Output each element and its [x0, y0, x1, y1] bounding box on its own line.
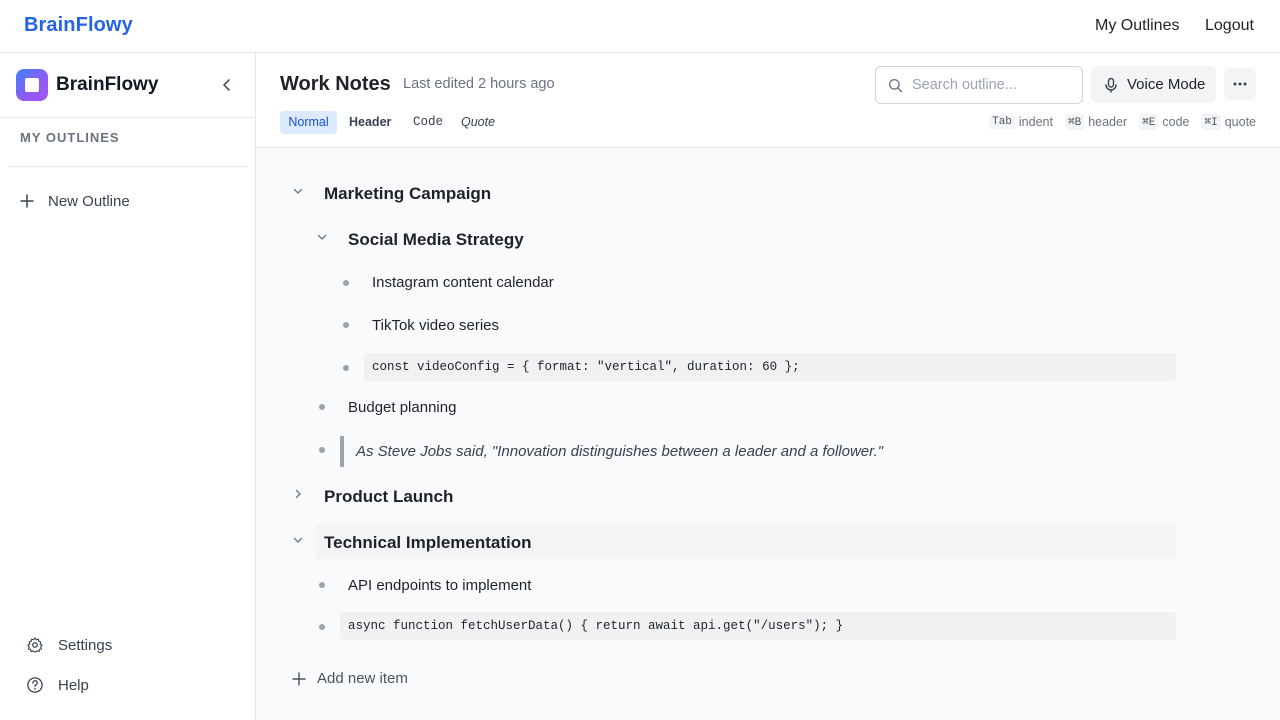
voice-mode-label: Voice Mode	[1127, 76, 1206, 93]
new-outline-button[interactable]: New Outline	[20, 191, 130, 211]
gear-icon	[27, 637, 43, 653]
outline-item-header[interactable]: Social Media Strategy	[348, 230, 524, 250]
app-logo-icon	[16, 69, 48, 101]
help-circle-icon	[27, 677, 43, 693]
outline-item-header[interactable]: Product Launch	[324, 487, 453, 507]
bullet-icon[interactable]	[319, 582, 325, 588]
format-quote-button[interactable]: Quote	[461, 111, 495, 134]
brand-logo[interactable]: BrainFlowy	[24, 14, 133, 37]
keyboard-shortcuts: Tab indent ⌘B header ⌘E code ⌘I quote	[989, 114, 1256, 130]
bullet-icon[interactable]	[343, 322, 349, 328]
last-edited-text: Last edited 2 hours ago	[403, 76, 555, 92]
chevron-down-icon[interactable]	[292, 185, 304, 197]
shortcut-action: quote	[1224, 115, 1256, 129]
outline-item-header[interactable]: Technical Implementation	[324, 533, 532, 553]
microphone-icon	[1105, 77, 1117, 93]
format-header-button[interactable]: Header	[349, 111, 391, 134]
outline-item[interactable]: Budget planning	[348, 399, 456, 416]
plus-icon	[292, 671, 306, 686]
outline-item-code[interactable]: async function fetchUserData() { return …	[340, 612, 1176, 640]
bullet-icon[interactable]	[343, 365, 349, 371]
sidebar-section-title: MY OUTLINES	[20, 130, 120, 145]
shortcut-action: indent	[1018, 115, 1053, 129]
bullet-icon[interactable]	[319, 447, 325, 453]
shortcut-key: ⌘E	[1139, 114, 1159, 130]
more-options-button[interactable]	[1224, 68, 1256, 100]
collapse-sidebar-button[interactable]	[217, 75, 237, 95]
help-label: Help	[58, 676, 89, 694]
bullet-icon[interactable]	[319, 404, 325, 410]
nav-my-outlines[interactable]: My Outlines	[1095, 17, 1179, 35]
outline-item-header[interactable]: Marketing Campaign	[324, 184, 491, 204]
nav-logout[interactable]: Logout	[1205, 17, 1254, 35]
shortcut-key: ⌘I	[1201, 114, 1221, 130]
bullet-icon[interactable]	[319, 624, 325, 630]
shortcut-action: header	[1088, 115, 1128, 129]
outline-item[interactable]: Instagram content calendar	[372, 274, 554, 291]
outline-item-code[interactable]: const videoConfig = { format: "vertical"…	[364, 353, 1176, 381]
shortcut-key: ⌘B	[1064, 114, 1085, 130]
shortcut-action: code	[1162, 115, 1190, 129]
settings-label: Settings	[58, 636, 113, 654]
search-icon	[888, 78, 903, 93]
add-item-label: Add new item	[317, 670, 408, 687]
more-horizontal-icon	[1233, 82, 1247, 86]
plus-icon	[20, 194, 34, 208]
shortcut-quote: ⌘I quote	[1201, 114, 1256, 130]
page-title[interactable]: Work Notes	[280, 73, 391, 96]
search-box[interactable]	[875, 66, 1083, 104]
new-outline-label: New Outline	[48, 192, 130, 210]
top-navbar: BrainFlowy My Outlines Logout	[0, 0, 1280, 53]
format-normal-button[interactable]: Normal	[280, 111, 337, 134]
bullet-icon[interactable]	[343, 280, 349, 286]
outline-item-quote[interactable]: As Steve Jobs said, "Innovation distingu…	[340, 436, 1176, 467]
shortcut-indent: Tab indent	[989, 115, 1053, 129]
chevron-down-icon[interactable]	[316, 231, 328, 243]
shortcut-code: ⌘E code	[1139, 114, 1189, 130]
search-input[interactable]	[912, 75, 1072, 95]
sidebar-divider	[8, 166, 247, 167]
sidebar: BrainFlowy MY OUTLINES New Outline Setti…	[0, 53, 256, 720]
settings-link[interactable]: Settings	[26, 636, 112, 654]
chevron-down-icon[interactable]	[292, 534, 304, 546]
sidebar-brand: BrainFlowy	[56, 74, 159, 95]
sidebar-header: BrainFlowy	[0, 53, 255, 118]
format-code-button[interactable]: Code	[413, 111, 443, 134]
add-item-button[interactable]: Add new item	[292, 670, 408, 687]
outline-item[interactable]: API endpoints to implement	[348, 577, 531, 594]
chevron-left-icon	[223, 79, 230, 91]
outline-item[interactable]: TikTok video series	[372, 317, 499, 334]
shortcut-key: Tab	[989, 115, 1015, 129]
help-link[interactable]: Help	[26, 676, 89, 694]
document-header: Work Notes Last edited 2 hours ago Voice…	[256, 53, 1280, 148]
shortcut-header: ⌘B header	[1064, 114, 1128, 130]
voice-mode-button[interactable]: Voice Mode	[1091, 66, 1216, 103]
chevron-right-icon[interactable]	[292, 488, 304, 500]
